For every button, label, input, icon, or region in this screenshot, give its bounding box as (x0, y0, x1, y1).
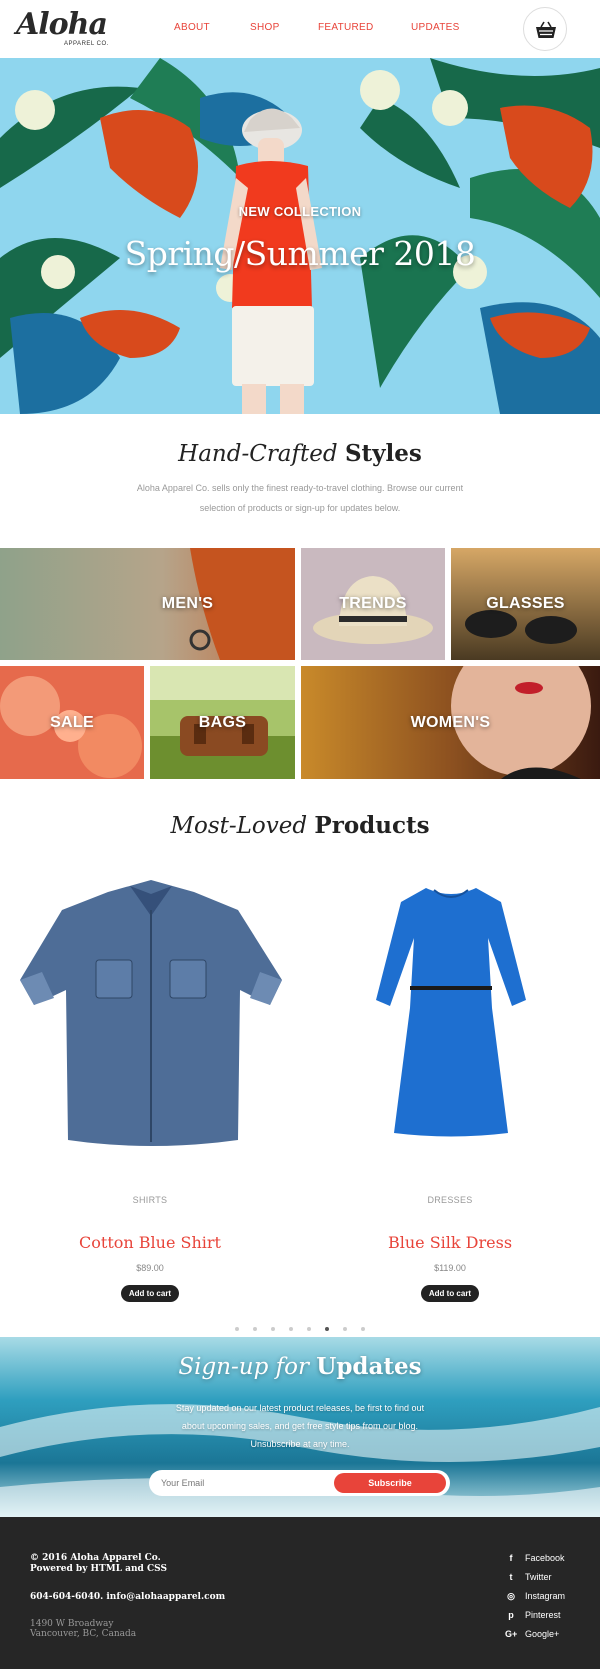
footer-copyright: © 2016 Aloha Apparel Co. (30, 1553, 161, 1563)
twitter-icon: t (509, 1572, 513, 1582)
category-sale[interactable]: SALE (0, 666, 144, 779)
main-nav: ABOUT SHOP FEATURED UPDATES (0, 22, 600, 38)
site-footer: © 2016 Aloha Apparel Co. Powered by HTML… (0, 1517, 600, 1669)
category-label: WOMEN'S (410, 713, 491, 731)
pinterest-icon: p (508, 1610, 514, 1620)
signup-heading: Sign-up for Updates (0, 1353, 600, 1380)
category-label: SALE (50, 713, 94, 731)
signup-section: Sign-up for Updates Stay updated on our … (0, 1337, 600, 1517)
carousel-dot[interactable] (361, 1327, 365, 1331)
social-instagram[interactable]: ◎ Instagram (505, 1591, 595, 1610)
category-label: TRENDS (339, 595, 407, 612)
intro-heading-bold: Styles (344, 440, 422, 467)
intro-text: Aloha Apparel Co. sells only the finest … (136, 483, 464, 513)
social-pinterest[interactable]: p Pinterest (505, 1610, 595, 1629)
category-trends[interactable]: TRENDS (301, 548, 445, 660)
social-label: Instagram (525, 1591, 566, 1601)
nav-about[interactable]: ABOUT (174, 22, 210, 33)
product-category: SHIRTS (132, 1195, 168, 1205)
cart-button[interactable] (523, 7, 567, 51)
carousel-dot[interactable] (235, 1327, 239, 1331)
social-label: Twitter (525, 1572, 552, 1582)
signup-heading-italic: Sign-up for (178, 1354, 309, 1380)
category-mens[interactable]: MEN'S (0, 548, 295, 660)
add-to-cart-button[interactable]: Add to cart (121, 1285, 179, 1302)
logo-subtitle: APPAREL CO. (64, 41, 109, 47)
social-twitter[interactable]: t Twitter (505, 1572, 595, 1591)
carousel-dot[interactable] (271, 1327, 275, 1331)
googleplus-icon: G+ (505, 1629, 518, 1639)
intro-heading-italic: Hand-Crafted (178, 441, 338, 467)
add-to-cart-button[interactable]: Add to cart (421, 1285, 479, 1302)
signup-text: Stay updated on our latest product relea… (175, 1403, 425, 1449)
blue-dress-image[interactable] (376, 888, 526, 1138)
instagram-icon: ◎ (507, 1591, 515, 1601)
footer-address-line: 1490 W Broadway (30, 1619, 114, 1629)
footer-contact: 604-604-6040. info@alohaapparel.com (30, 1592, 225, 1602)
social-links: f Facebook t Twitter ◎ Instagram p Pinte… (505, 1553, 595, 1648)
social-label: Pinterest (525, 1610, 561, 1620)
social-facebook[interactable]: f Facebook (505, 1553, 595, 1572)
social-googleplus[interactable]: G+ Google+ (505, 1629, 595, 1648)
carousel-dot[interactable] (307, 1327, 311, 1331)
products-heading: Most-Loved Products (0, 812, 600, 839)
denim-shirt-image[interactable] (20, 880, 282, 1150)
signup-heading-bold: Updates (316, 1353, 422, 1380)
category-womens[interactable]: WOMEN'S (301, 666, 600, 779)
category-glasses[interactable]: GLASSES (451, 548, 600, 660)
nav-featured[interactable]: FEATURED (318, 22, 374, 33)
carousel-dot[interactable] (253, 1327, 257, 1331)
category-label: MEN'S (161, 595, 214, 612)
category-label: GLASSES (486, 595, 565, 612)
basket-icon (536, 21, 556, 38)
category-bags[interactable]: BAGS (150, 666, 295, 779)
carousel-dot[interactable] (343, 1327, 347, 1331)
footer-email-link[interactable]: info@alohaapparel.com (106, 1592, 225, 1602)
products-heading-italic: Most-Loved (170, 813, 308, 839)
footer-copyright-block: © 2016 Aloha Apparel Co. Powered by HTML… (30, 1553, 167, 1575)
subscribe-button[interactable]: Subscribe (334, 1473, 446, 1493)
hero-title: Spring/Summer 2018 (124, 234, 476, 273)
carousel-dot-active[interactable] (325, 1327, 329, 1331)
social-label: Google+ (525, 1629, 560, 1639)
email-field[interactable] (161, 1474, 331, 1492)
product-price: $119.00 (434, 1263, 466, 1273)
product-name[interactable]: Blue Silk Dress (300, 1233, 600, 1252)
hero-kicker: NEW COLLECTION (238, 204, 362, 219)
category-label: BAGS (198, 713, 247, 731)
nav-shop[interactable]: SHOP (250, 22, 280, 33)
footer-address: 1490 W Broadway Vancouver, BC, Canada (30, 1619, 136, 1639)
carousel-dots (0, 1318, 600, 1331)
social-label: Facebook (525, 1553, 565, 1563)
carousel-dot[interactable] (289, 1327, 293, 1331)
facebook-icon: f (509, 1553, 513, 1563)
intro-heading: Hand-Crafted Styles (0, 440, 600, 467)
product-category: DRESSES (427, 1195, 473, 1205)
footer-address-line: Vancouver, BC, Canada (30, 1629, 137, 1639)
hero-banner: NEW COLLECTION Spring/Summer 2018 (0, 58, 600, 414)
product-price: $89.00 (136, 1263, 164, 1273)
site-header: Aloha APPAREL CO. ABOUT SHOP FEATURED UP… (0, 0, 600, 58)
footer-powered: Powered by HTML and CSS (30, 1564, 167, 1574)
footer-phone[interactable]: 604-604-6040. (30, 1592, 103, 1602)
signup-form: Subscribe (149, 1470, 450, 1496)
product-name[interactable]: Cotton Blue Shirt (0, 1233, 300, 1252)
products-heading-bold: Products (314, 812, 430, 839)
nav-updates[interactable]: UPDATES (411, 22, 460, 33)
